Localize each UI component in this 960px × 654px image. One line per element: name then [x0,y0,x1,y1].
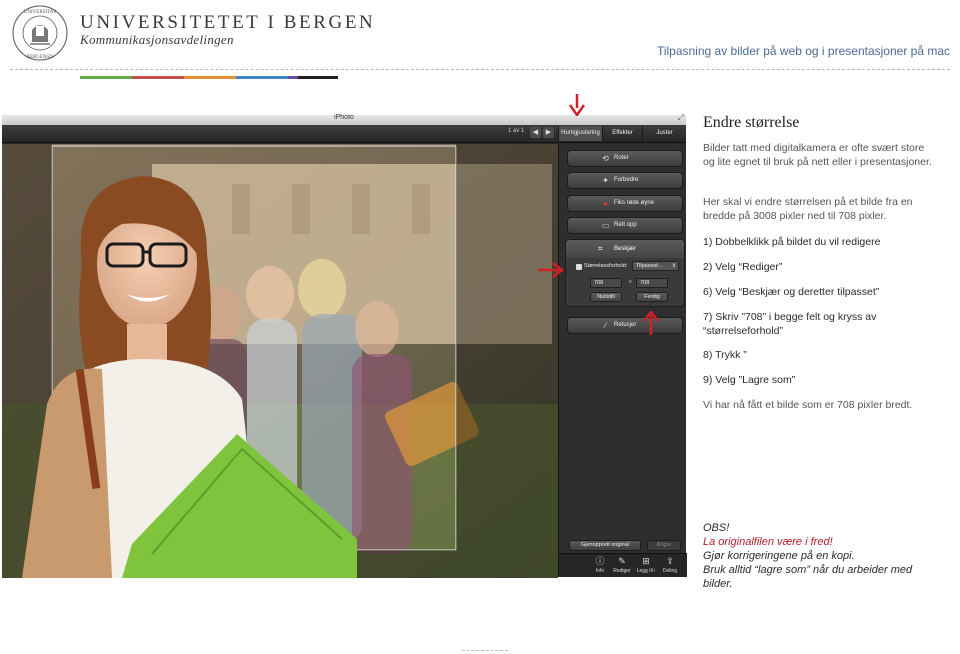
crop-icon: ⌗ [598,244,603,253]
add-to-label: Legg til i [636,568,656,574]
step-8: 8) Trykk ” [703,349,747,361]
section-title: Endre størrelse [703,114,800,131]
university-name: UNIVERSITETET I BERGEN [80,12,376,33]
arrow-down-icon [569,94,585,116]
undo-button[interactable]: Angre [647,540,681,551]
arrow-up-icon [643,311,659,335]
share-button[interactable]: ⇪ Deling [659,555,681,577]
fix-red-eye-label: Fiks røde øyne [614,200,655,206]
tab-quick-fixes[interactable]: Hurtigjustering [558,126,602,141]
iphoto-toolbar: 1 av 1 ◀ ▶ Hurtigjustering Effekter Just… [2,125,686,143]
fix-red-eye-button[interactable]: ● Fiks røde øyne [567,195,683,212]
accent-bar-blue [236,76,288,79]
result-paragraph: Vi har nå fått et bilde som er 708 pixle… [703,399,913,411]
step-1: 1) Dobbelklikk på bildet du vil redigere [703,236,881,248]
obs-title: OBS! [703,522,730,534]
rotate-button[interactable]: ⟲ Roter [567,150,683,167]
header-divider [10,69,950,70]
tab-effects[interactable]: Effekter [602,126,642,141]
rotate-icon: ⟲ [602,154,609,163]
obs-line-copy: Gjør korrigeringene på en kopi. [703,550,855,562]
step-9: 9) Velg ”Lagre som” [703,374,796,386]
edit-button[interactable]: ✎ Rediger [611,555,633,577]
add-to-button[interactable]: ⊞ Legg til i [635,555,657,577]
crop-width-field[interactable]: 708 [590,278,622,288]
next-photo-button[interactable]: ▶ [543,127,554,138]
crop-times-label: x [629,279,632,285]
svg-text:BERGENSIS: BERGENSIS [26,55,53,60]
retouch-button[interactable]: ⁄ Retusjer [567,317,683,334]
previous-photo-button[interactable]: ◀ [530,127,541,138]
university-seal-logo: UNIVERSITAS BERGENSIS [12,5,68,61]
window-titlebar: iPhoto ⤢ [2,113,686,125]
document-title: Tilpasning av bilder på web og i present… [656,44,950,58]
straighten-icon: ▭ [601,221,610,230]
iphoto-bottom-bar: ⓘ Info ✎ Rediger ⊞ Legg til i ⇪ Deling [559,553,687,577]
photo-counter: 1 av 1 [508,128,525,134]
crop-label: Beskjær [614,246,637,252]
red-eye-icon: ● [603,199,608,208]
retouch-brush-icon: ⁄ [604,321,607,330]
crop-button[interactable]: ⌗ Beskjær [566,240,684,258]
revert-to-original-button[interactable]: Gjenopprett original [569,540,641,551]
info-label: Info [595,568,605,574]
constrain-checkbox[interactable] [576,264,582,270]
share-icon: ⇪ [666,556,674,566]
department-name: Kommunikasjonsavdelingen [80,32,234,47]
iphoto-window: iPhoto ⤢ 1 av 1 ◀ ▶ Hurtigjustering Effe… [2,113,687,578]
select-chevron-icon: ⇕ [671,263,676,269]
step-6: 6) Velg “Beskjær og deretter tilpasset” [703,286,880,298]
fullscreen-icon[interactable]: ⤢ [678,113,684,123]
obs-note: OBS! La originalfilen være i fred! Gjør … [703,521,935,591]
constrain-label: Størrelsesforhold: [584,263,628,269]
done-button[interactable]: Ferdig [636,292,668,302]
accent-bar-green [80,76,132,79]
crop-height-field[interactable]: 708 [636,278,668,288]
accent-bar-red [132,76,184,79]
step-7: 7) Skriv ”708” i begge felt og kryss av … [703,311,877,337]
obs-warning: La originalfilen være i fred! [703,536,833,548]
constrain-select[interactable]: Tilpasset… ⇕ [632,261,679,271]
edit-label: Rediger [613,568,631,574]
footer-divider [462,650,508,651]
info-button[interactable]: ⓘ Info [589,555,611,577]
reset-button[interactable]: Nullstill [590,292,622,302]
retouch-label: Retusjer [614,322,637,328]
add-icon: ⊞ [642,556,650,566]
accent-bar-dark [298,76,338,79]
obs-line-save-as: Bruk alltid “lagre som” når du arbeider … [703,564,913,590]
accent-bar-orange [184,76,236,79]
rotate-label: Roter [614,155,629,161]
enhance-button[interactable]: ✦ Forbedre [567,172,683,189]
quick-fixes-panel: ⟲ Roter ✦ Forbedre ● Fiks røde øyne ▭ Re… [558,144,687,577]
straighten-label: Rett opp [614,222,637,228]
tab-adjust[interactable]: Juster [642,126,686,141]
crop-panel: ⌗ Beskjær Størrelsesforhold: Tilpasset… … [565,239,685,307]
info-icon: ⓘ [595,556,605,566]
step-2: 2) Velg “Rediger” [703,261,783,273]
task-paragraph: Her skal vi endre størrelsen på et bilde… [703,196,913,222]
magic-wand-icon: ✦ [602,176,609,185]
straighten-button[interactable]: ▭ Rett opp [567,217,683,234]
share-label: Deling [662,568,678,574]
svg-text:UNIVERSITAS: UNIVERSITAS [24,10,57,15]
photo-being-edited[interactable] [2,144,558,578]
intro-paragraph: Bilder tatt med digitalkamera er ofte sv… [703,142,932,168]
accent-bar-purple [288,76,298,79]
pencil-icon: ✎ [618,556,626,566]
enhance-label: Forbedre [614,177,639,183]
arrow-right-icon [538,262,564,278]
constrain-value: Tilpasset… [636,263,664,269]
